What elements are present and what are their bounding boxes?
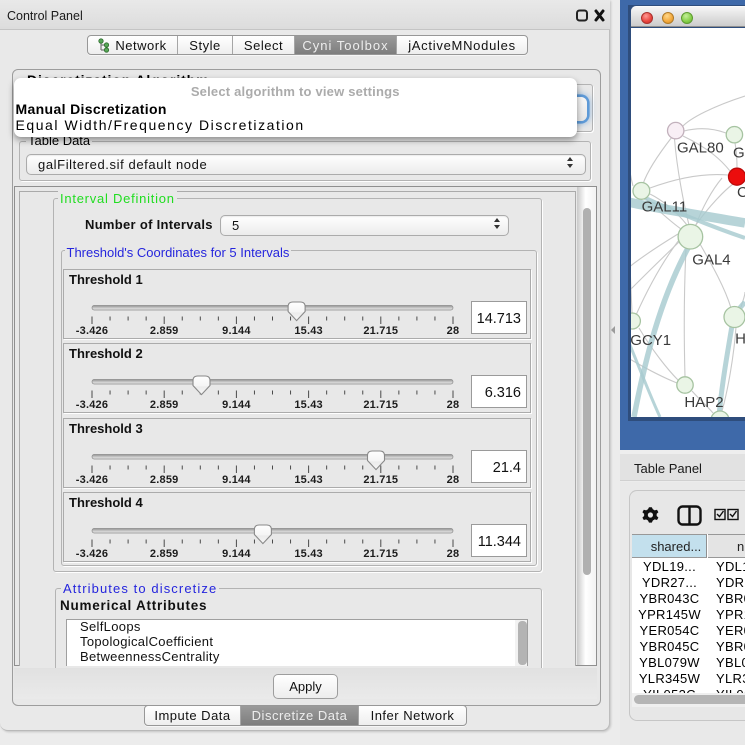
- svg-text:28: 28: [447, 473, 460, 485]
- svg-text:GAL4: GAL4: [692, 251, 730, 268]
- svg-text:2.859: 2.859: [150, 473, 179, 485]
- svg-text:9.144: 9.144: [222, 473, 251, 485]
- svg-text:GAL11: GAL11: [642, 198, 688, 215]
- svg-text:21.715: 21.715: [363, 399, 398, 411]
- svg-text:21.715: 21.715: [363, 548, 398, 560]
- svg-text:-3.426: -3.426: [76, 399, 108, 411]
- svg-text:21.715: 21.715: [363, 325, 398, 337]
- svg-text:15.43: 15.43: [294, 473, 323, 485]
- svg-text:9.144: 9.144: [222, 325, 251, 337]
- svg-text:2.859: 2.859: [150, 399, 179, 411]
- svg-text:HAP2: HAP2: [684, 394, 723, 411]
- svg-text:2.859: 2.859: [150, 548, 179, 560]
- svg-text:9.144: 9.144: [222, 399, 251, 411]
- svg-text:C: C: [737, 184, 745, 201]
- svg-text:H: H: [735, 330, 745, 347]
- svg-text:-3.426: -3.426: [76, 473, 108, 485]
- svg-text:28: 28: [447, 325, 460, 337]
- svg-text:28: 28: [447, 399, 460, 411]
- svg-text:28: 28: [447, 548, 460, 560]
- svg-text:2.859: 2.859: [150, 325, 179, 337]
- svg-text:G.: G.: [733, 144, 745, 161]
- svg-text:GAL80: GAL80: [677, 139, 724, 156]
- svg-text:21.715: 21.715: [363, 473, 398, 485]
- svg-text:-3.426: -3.426: [76, 548, 108, 560]
- svg-text:15.43: 15.43: [294, 399, 323, 411]
- svg-text:15.43: 15.43: [294, 325, 323, 337]
- svg-text:-3.426: -3.426: [76, 325, 108, 337]
- svg-text:9.144: 9.144: [222, 548, 251, 560]
- svg-text:15.43: 15.43: [294, 548, 323, 560]
- svg-text:GCY1: GCY1: [631, 332, 671, 349]
